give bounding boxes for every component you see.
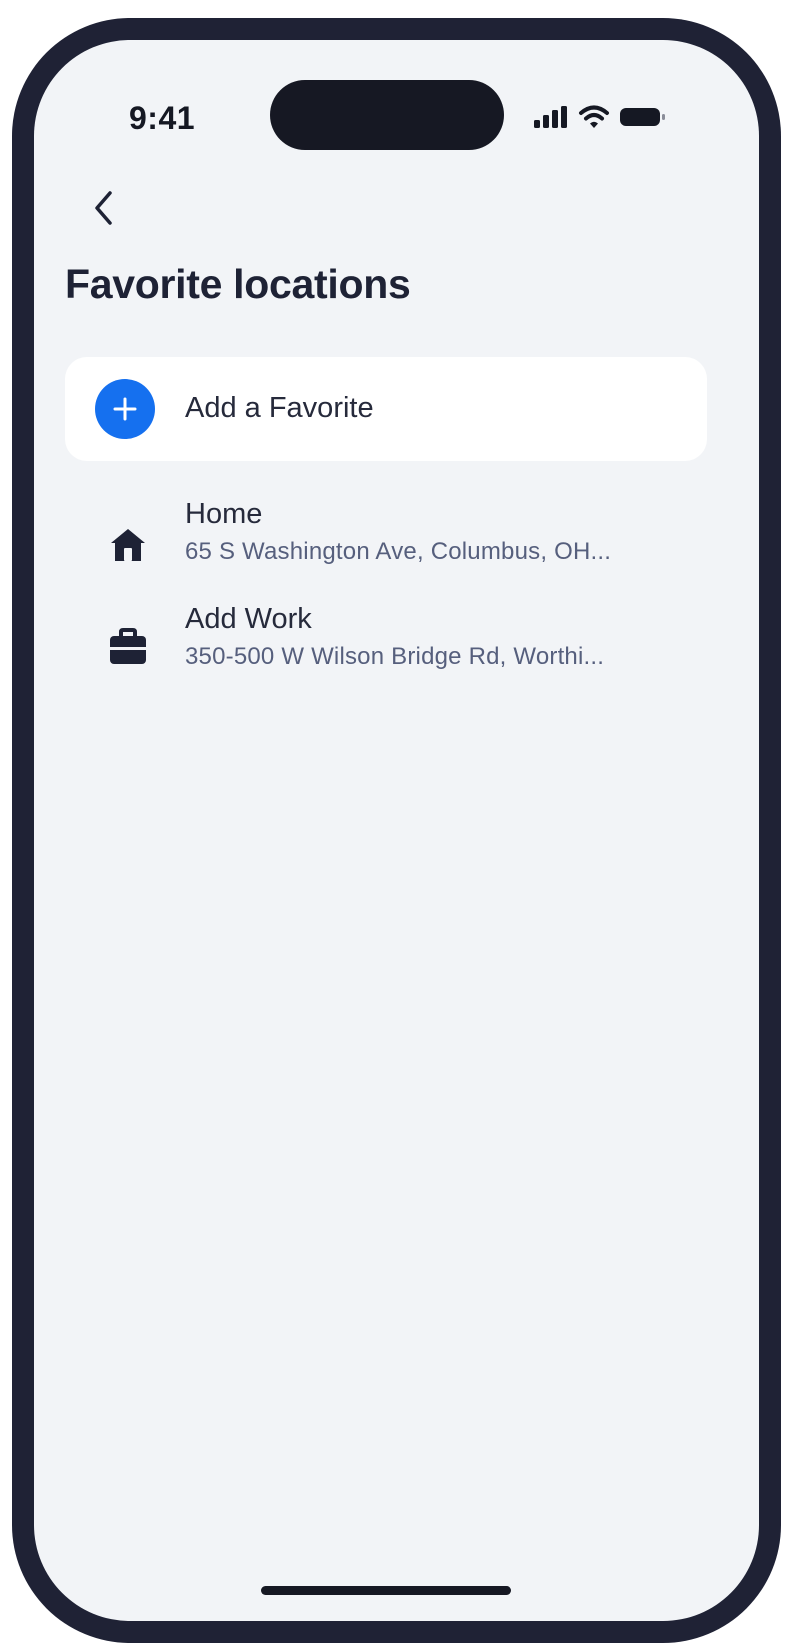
add-favorite-label: Add a Favorite <box>185 392 374 424</box>
phone-frame: 9:41 Favorite locations Add a Favorite H… <box>12 18 781 1643</box>
chevron-left-icon <box>90 189 118 232</box>
home-indicator[interactable] <box>261 1586 511 1595</box>
add-favorite-button[interactable]: Add a Favorite <box>65 357 707 461</box>
wifi-icon <box>578 105 610 134</box>
favorite-item-work[interactable]: Add Work 350-500 W Wilson Bridge Rd, Wor… <box>65 603 707 693</box>
battery-icon <box>620 106 666 133</box>
favorite-address: 350-500 W Wilson Bridge Rd, Worthi... <box>185 643 605 670</box>
page-title: Favorite locations <box>65 261 411 307</box>
status-time: 9:41 <box>129 100 196 136</box>
status-icons <box>534 104 666 134</box>
favorite-name: Home <box>185 498 263 530</box>
favorite-item-home[interactable]: Home 65 S Washington Ave, Columbus, OH..… <box>65 498 707 588</box>
plus-icon <box>95 379 155 439</box>
home-icon <box>107 524 149 566</box>
dynamic-island <box>270 80 504 150</box>
briefcase-icon <box>107 625 149 667</box>
screen: 9:41 Favorite locations Add a Favorite H… <box>34 40 759 1621</box>
favorite-address: 65 S Washington Ave, Columbus, OH... <box>185 538 612 565</box>
favorite-name: Add Work <box>185 603 312 635</box>
status-bar: 9:41 <box>34 40 759 190</box>
signal-icon <box>534 105 568 133</box>
back-button[interactable] <box>79 185 129 235</box>
